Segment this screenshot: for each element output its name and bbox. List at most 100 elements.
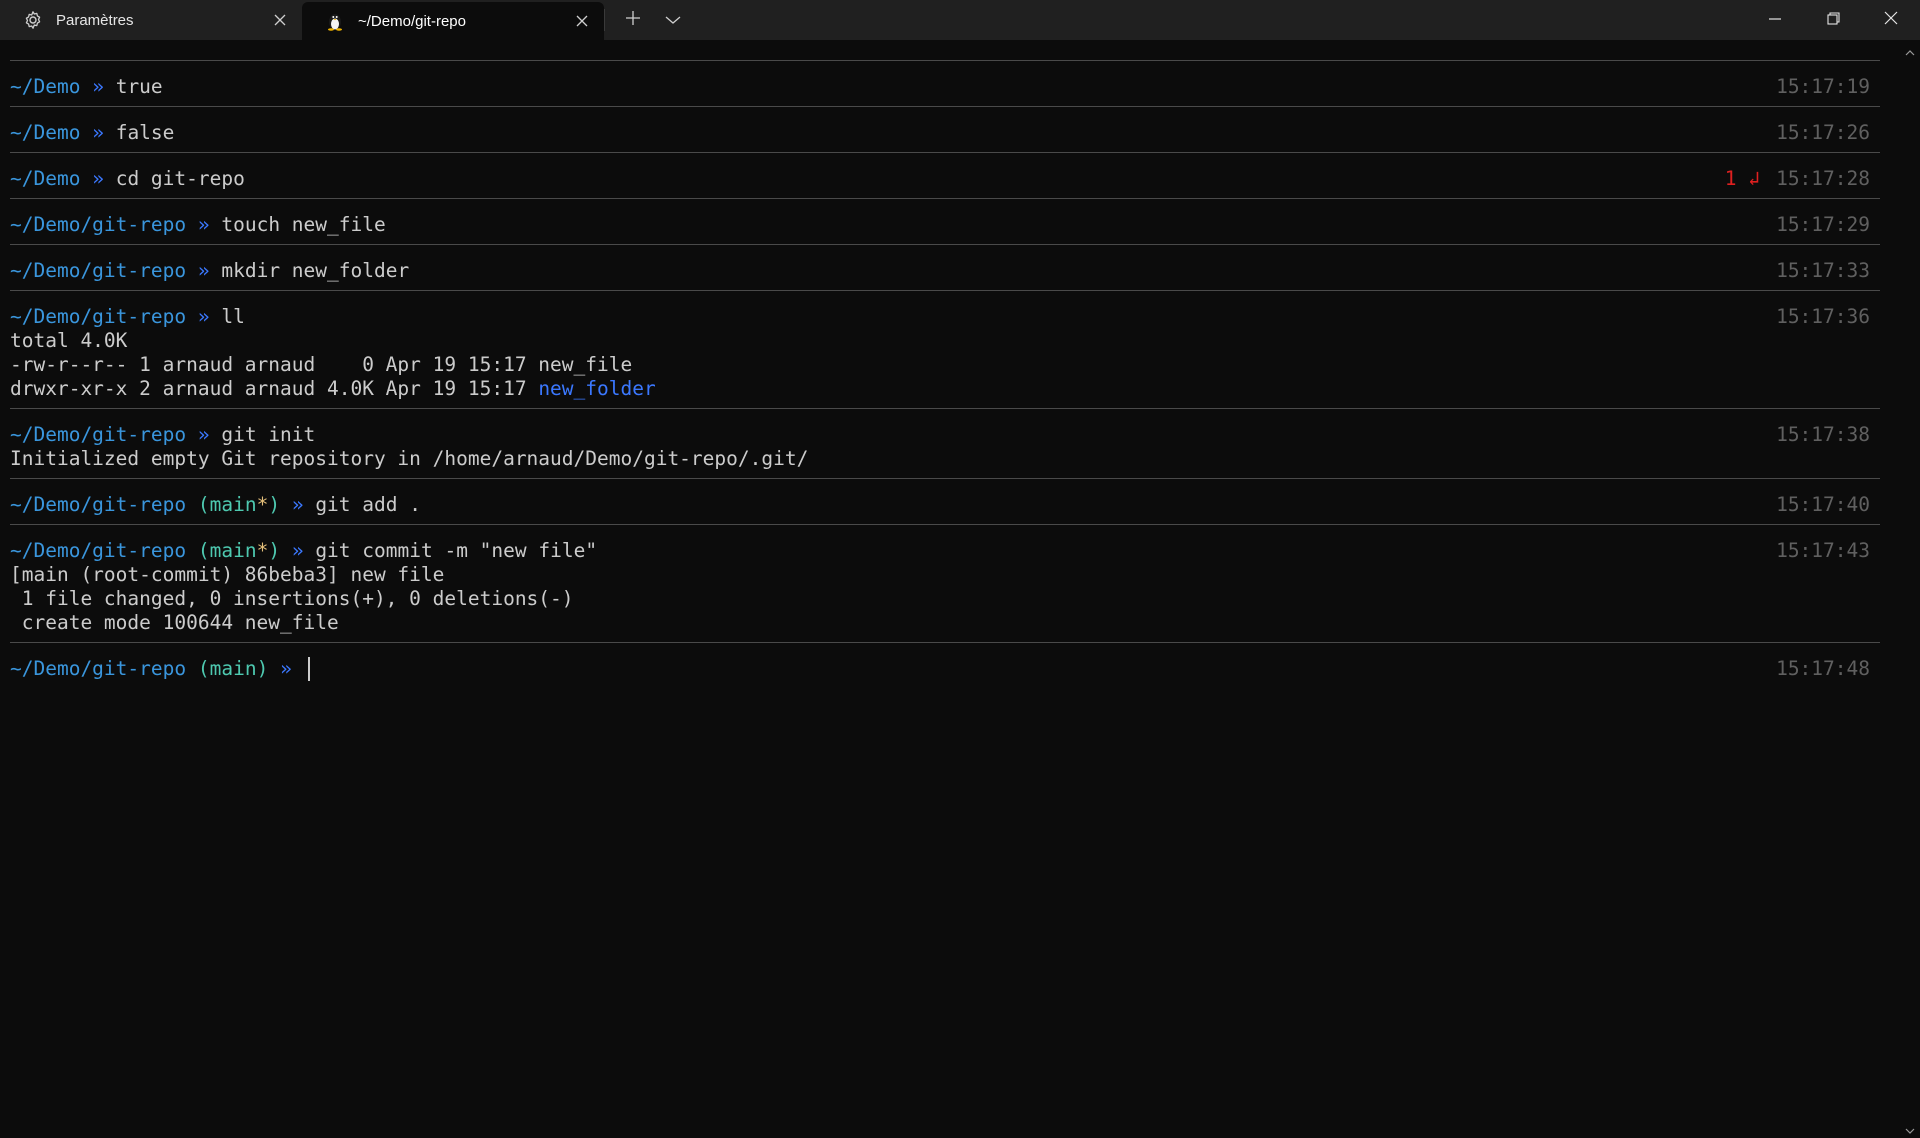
command-block: ~/Demo/git-repo » ll total 4.0K -rw-r--r… [10, 290, 1880, 408]
prompt-arrow: » [291, 539, 304, 562]
command-timestamp: 15:17:48 [1776, 657, 1870, 680]
git-branch: main [209, 539, 257, 562]
branch-close-paren: ) [256, 657, 269, 680]
exit-code-badge: 1 ↲ [1724, 167, 1760, 190]
prompt-line: ~/Demo/git-repo (main*) » git add . [10, 493, 1880, 517]
command-timestamp: 15:17:43 [1776, 539, 1870, 562]
linux-penguin-icon [324, 10, 346, 32]
close-window-button[interactable] [1862, 0, 1920, 40]
git-dirty-marker: * [256, 539, 269, 562]
command-text: true [115, 75, 163, 98]
branch-close-paren: ) [268, 493, 281, 516]
command-timestamp: 15:17:40 [1776, 493, 1870, 516]
restore-button[interactable] [1804, 0, 1862, 40]
prompt-arrow: » [92, 121, 104, 144]
prompt-line[interactable]: ~/Demo/git-repo (main) » [10, 657, 1880, 681]
command-block: ~/Demo » false 15:17:26 [10, 106, 1880, 152]
command-text: ll [221, 305, 245, 328]
prompt-arrow: » [197, 305, 210, 328]
restore-icon [1826, 11, 1840, 29]
git-dirty-marker: * [256, 493, 269, 516]
tab-title: ~/Demo/git-repo [358, 12, 466, 30]
branch-open-paren: ( [186, 657, 210, 680]
branch-open-paren: ( [186, 539, 210, 562]
prompt-line: ~/Demo » cd git-repo [10, 167, 1880, 191]
command-timestamp: 15:17:26 [1776, 121, 1870, 144]
close-tab-icon[interactable] [572, 11, 592, 31]
command-timestamp: 15:17:33 [1776, 259, 1870, 282]
output-line: [main (root-commit) 86beba3] new file [10, 563, 445, 586]
prompt-line: ~/Demo » true [10, 75, 1880, 99]
prompt-arrow: » [197, 259, 210, 282]
prompt-line: ~/Demo/git-repo » touch new_file [10, 213, 1880, 237]
prompt-path: ~/Demo [10, 167, 81, 190]
command-block: ~/Demo/git-repo (main*) » git add . 15:1… [10, 478, 1880, 524]
listing-text: drwxr-xr-x 2 arnaud arnaud 4.0K Apr 19 1… [10, 377, 539, 400]
scroll-down-button[interactable] [1900, 1118, 1920, 1138]
output-line: -rw-r--r-- 1 arnaud arnaud 0 Apr 19 15:1… [10, 353, 633, 376]
minimize-icon [1769, 12, 1781, 29]
tab-dropdown-button[interactable] [653, 0, 693, 40]
command-text: git commit -m "new file" [315, 539, 598, 562]
scroll-up-button[interactable] [1900, 40, 1920, 60]
tab-title: Paramètres [56, 11, 134, 29]
vertical-scrollbar[interactable] [1900, 40, 1920, 1138]
prompt-line: ~/Demo/git-repo » git init [10, 423, 1880, 447]
command-timestamp: 15:17:38 [1776, 423, 1870, 446]
prompt-line: ~/Demo » false [10, 121, 1880, 145]
command-timestamp: 15:17:29 [1776, 213, 1870, 236]
branch-close-paren: ) [268, 539, 281, 562]
tab-settings[interactable]: Paramètres [0, 0, 302, 40]
prompt-path: ~/Demo/git-repo [10, 259, 187, 282]
git-branch: main [209, 493, 257, 516]
current-prompt-block[interactable]: ~/Demo/git-repo (main) » 15:17:48 [10, 642, 1880, 688]
close-tab-icon[interactable] [270, 10, 290, 30]
plus-icon [625, 10, 641, 30]
chevron-up-icon [1905, 41, 1915, 60]
branch-open-paren: ( [186, 493, 210, 516]
output-line: 1 file changed, 0 insertions(+), 0 delet… [10, 587, 574, 610]
command-text: false [115, 121, 175, 144]
new-tab-button[interactable] [613, 0, 653, 40]
prompt-arrow: » [92, 75, 104, 98]
minimize-button[interactable] [1746, 0, 1804, 40]
command-text: cd git-repo [115, 167, 245, 190]
chevron-down-icon [1905, 1119, 1915, 1138]
command-text: git init [221, 423, 316, 446]
tab-git-repo[interactable]: ~/Demo/git-repo [302, 2, 604, 40]
prompt-line: ~/Demo/git-repo » mkdir new_folder [10, 259, 1880, 283]
command-timestamp: 15:17:19 [1776, 75, 1870, 98]
command-timestamp: 15:17:36 [1776, 305, 1870, 328]
prompt-path: ~/Demo/git-repo [10, 657, 187, 680]
gear-icon [22, 9, 44, 31]
tab-separator [604, 9, 605, 31]
prompt-line: ~/Demo/git-repo (main*) » git commit -m … [10, 539, 1880, 563]
terminal-pane[interactable]: ~/Demo » true 15:17:19 ~/Demo » false 15… [0, 40, 1900, 1138]
prompt-path: ~/Demo/git-repo [10, 493, 187, 516]
prompt-path: ~/Demo/git-repo [10, 423, 187, 446]
prompt-path: ~/Demo/git-repo [10, 539, 187, 562]
command-block: ~/Demo/git-repo » git init Initialized e… [10, 408, 1880, 478]
prompt-path: ~/Demo/git-repo [10, 213, 187, 236]
prompt-arrow: » [92, 167, 104, 190]
directory-name: new_folder [538, 377, 656, 400]
prompt-path: ~/Demo/git-repo [10, 305, 187, 328]
prompt-arrow: » [197, 213, 210, 236]
prompt-path: ~/Demo [10, 121, 81, 144]
close-icon [1884, 11, 1898, 29]
title-drag-area[interactable] [693, 0, 1746, 40]
command-block: ~/Demo » cd git-repo 1 ↲ 15:17:28 [10, 152, 1880, 198]
text-cursor [307, 657, 310, 681]
command-block: ~/Demo/git-repo » mkdir new_folder 15:17… [10, 244, 1880, 290]
prompt-line: ~/Demo/git-repo » ll [10, 305, 1880, 329]
command-text: git add . [315, 493, 421, 516]
command-text: touch new_file [221, 213, 386, 236]
output-line: drwxr-xr-x 2 arnaud arnaud 4.0K Apr 19 1… [10, 377, 1880, 401]
command-text: mkdir new_folder [221, 259, 410, 282]
output-line: create mode 100644 new_file [10, 611, 339, 634]
prompt-path: ~/Demo [10, 75, 81, 98]
prompt-arrow: » [197, 423, 210, 446]
command-block: ~/Demo/git-repo (main*) » git commit -m … [10, 524, 1880, 642]
output-line: total 4.0K [10, 329, 128, 352]
git-branch: main [209, 657, 257, 680]
